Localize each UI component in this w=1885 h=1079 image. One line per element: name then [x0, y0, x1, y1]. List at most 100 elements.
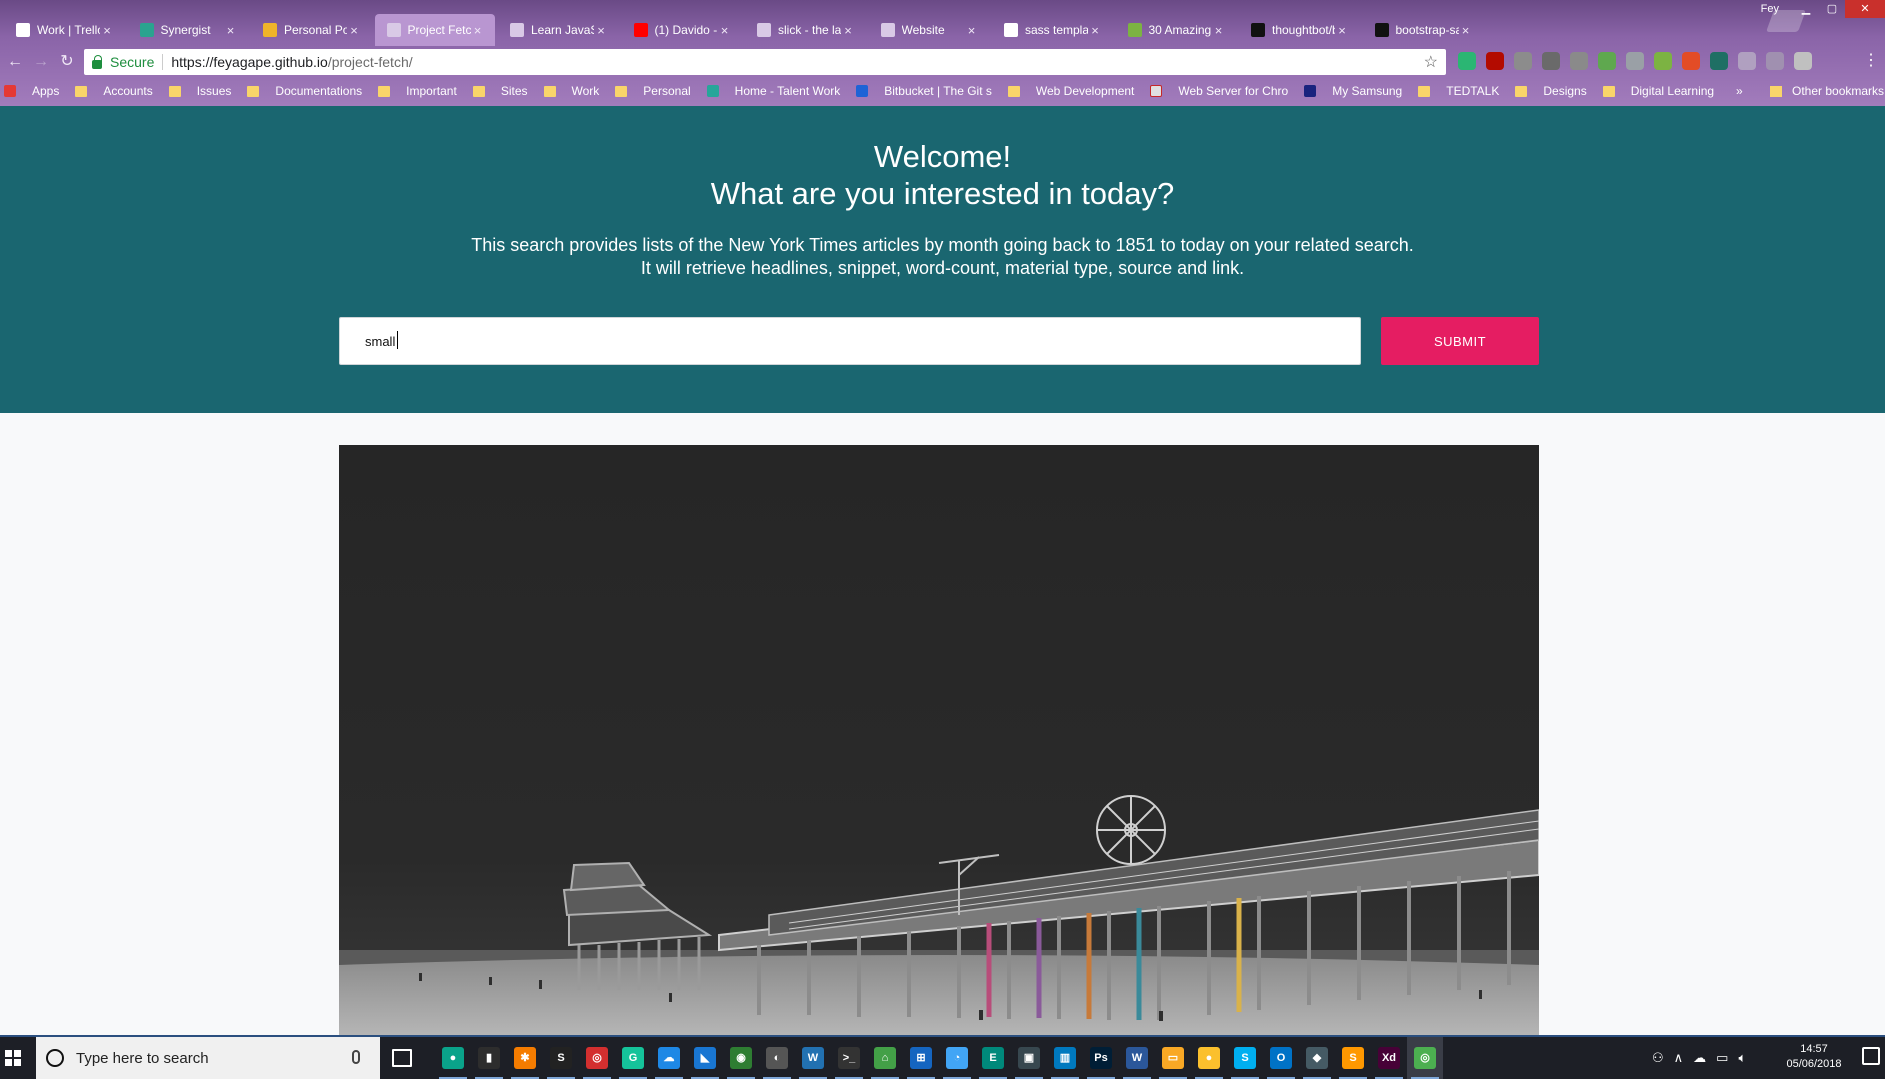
taskbar-app[interactable]: E: [975, 1037, 1011, 1079]
taskbar-app[interactable]: ☁: [651, 1037, 687, 1079]
tab-close-icon[interactable]: ×: [1088, 23, 1102, 38]
taskbar-clock[interactable]: 14:57 05/06/2018: [1782, 1042, 1846, 1072]
tab-close-icon[interactable]: ×: [1459, 23, 1473, 38]
browser-menu-icon[interactable]: ⋮: [1863, 52, 1879, 70]
extension-icon[interactable]: [1570, 52, 1588, 70]
bookmark-item[interactable]: Personal: [615, 84, 691, 98]
bookmark-item[interactable]: Accounts: [75, 84, 153, 98]
extension-icon[interactable]: [1486, 52, 1504, 70]
tab-close-icon[interactable]: ×: [100, 23, 114, 38]
extension-icon[interactable]: [1710, 52, 1728, 70]
tab-close-icon[interactable]: ×: [224, 23, 238, 38]
taskbar-app[interactable]: ▮: [471, 1037, 507, 1079]
taskbar-app[interactable]: ▭: [1155, 1037, 1191, 1079]
browser-tab[interactable]: Personal Portfoli×: [251, 14, 371, 46]
bookmark-item[interactable]: Work: [543, 84, 599, 98]
other-bookmarks[interactable]: Other bookmarks: [1770, 84, 1884, 98]
taskbar-app[interactable]: ●: [1191, 1037, 1227, 1079]
profile-name[interactable]: Fey: [1747, 3, 1793, 15]
bookmark-item[interactable]: Web Development: [1007, 84, 1134, 98]
extension-icon[interactable]: [1766, 52, 1784, 70]
tab-close-icon[interactable]: ×: [841, 23, 855, 38]
bookmark-item[interactable]: Documentations: [247, 84, 362, 98]
taskbar-app[interactable]: G: [615, 1037, 651, 1079]
back-icon[interactable]: ←: [4, 51, 26, 73]
search-input[interactable]: [339, 317, 1361, 365]
tray-overflow-icon[interactable]: ∧: [1674, 1050, 1684, 1066]
browser-tab[interactable]: Learn JavaScript×: [498, 14, 618, 46]
browser-tab[interactable]: Synergist ×: [128, 14, 248, 46]
extension-icon[interactable]: [1682, 52, 1700, 70]
bookmark-item[interactable]: TEDTALK: [1418, 84, 1499, 98]
extension-icon[interactable]: [1654, 52, 1672, 70]
reload-icon[interactable]: ↻: [56, 51, 78, 73]
taskbar-app[interactable]: S: [543, 1037, 579, 1079]
tab-close-icon[interactable]: ×: [718, 23, 732, 38]
extension-icon[interactable]: [1626, 52, 1644, 70]
onedrive-icon[interactable]: ☁: [1693, 1050, 1706, 1066]
browser-tab[interactable]: slick - the last ca×: [745, 14, 865, 46]
browser-tab[interactable]: 30 Amazing Res×: [1116, 14, 1236, 46]
taskbar-app[interactable]: >_: [831, 1037, 867, 1079]
task-view-icon[interactable]: [392, 1049, 412, 1067]
browser-tab[interactable]: thoughtbot/bou×: [1239, 14, 1359, 46]
taskbar-app[interactable]: Ps: [1083, 1037, 1119, 1079]
people-icon[interactable]: ⚇: [1652, 1050, 1664, 1066]
start-button[interactable]: [0, 1037, 36, 1079]
bookmark-item[interactable]: Important: [378, 84, 457, 98]
extension-icon[interactable]: [1598, 52, 1616, 70]
taskbar-app[interactable]: W: [1119, 1037, 1155, 1079]
taskbar-app[interactable]: ▣: [1011, 1037, 1047, 1079]
submit-button[interactable]: SUBMIT: [1381, 317, 1539, 365]
bookmark-item[interactable]: Web Server for Chro: [1150, 84, 1288, 98]
extension-icon[interactable]: [1514, 52, 1532, 70]
taskbar-app[interactable]: O: [1263, 1037, 1299, 1079]
taskbar-app[interactable]: ◣: [687, 1037, 723, 1079]
microphone-icon[interactable]: [352, 1050, 360, 1064]
bookmark-item[interactable]: Bitbucket | The Git s: [856, 84, 992, 98]
taskbar-app[interactable]: ◉: [723, 1037, 759, 1079]
bookmark-item[interactable]: Issues: [168, 84, 231, 98]
extension-icon[interactable]: [1542, 52, 1560, 70]
taskbar-search[interactable]: Type here to search: [36, 1037, 380, 1079]
bookmark-star-icon[interactable]: ☆: [1424, 52, 1438, 72]
taskbar-app[interactable]: S: [1335, 1037, 1371, 1079]
taskbar-app[interactable]: ✱: [507, 1037, 543, 1079]
bookmark-item[interactable]: My Samsung: [1304, 84, 1402, 98]
minimize-icon[interactable]: ▁: [1793, 0, 1819, 18]
browser-tab[interactable]: (1) Davido - FIA×: [622, 14, 742, 46]
taskbar-app[interactable]: ⊞: [903, 1037, 939, 1079]
bookmark-item[interactable]: Designs: [1515, 84, 1587, 98]
taskbar-app[interactable]: ◎: [1407, 1037, 1443, 1079]
forward-icon[interactable]: →: [30, 51, 52, 73]
tab-close-icon[interactable]: ×: [1212, 23, 1226, 38]
taskbar-app[interactable]: ◔: [939, 1037, 975, 1079]
taskbar-app[interactable]: ◎: [579, 1037, 615, 1079]
taskbar-app[interactable]: ◐: [759, 1037, 795, 1079]
taskbar-app[interactable]: ◆: [1299, 1037, 1335, 1079]
bookmark-item[interactable]: Digital Learning: [1602, 84, 1714, 98]
tab-close-icon[interactable]: ×: [965, 23, 979, 38]
bookmarks-overflow-icon[interactable]: »: [1736, 84, 1743, 98]
browser-tab[interactable]: bootstrap-sass/×: [1363, 14, 1483, 46]
maximize-icon[interactable]: ▢: [1819, 0, 1845, 18]
taskbar-app[interactable]: ⌂: [867, 1037, 903, 1079]
tab-close-icon[interactable]: ×: [471, 23, 485, 38]
browser-tab[interactable]: Website ×: [869, 14, 989, 46]
volume-icon[interactable]: 🔈︎: [1738, 1050, 1746, 1066]
taskbar-app[interactable]: ▥: [1047, 1037, 1083, 1079]
bookmark-item[interactable]: Sites: [472, 84, 528, 98]
taskbar-app[interactable]: S: [1227, 1037, 1263, 1079]
close-window-icon[interactable]: ✕: [1845, 0, 1885, 18]
bookmark-item[interactable]: Home - Talent Work: [706, 84, 840, 98]
browser-tab[interactable]: Work | Trello ×: [4, 14, 124, 46]
tab-close-icon[interactable]: ×: [347, 23, 361, 38]
tab-close-icon[interactable]: ×: [1335, 23, 1349, 38]
extension-icon[interactable]: [1794, 52, 1812, 70]
address-bar[interactable]: Secure https://feyagape.github.io/projec…: [84, 49, 1446, 75]
extension-icon[interactable]: [1738, 52, 1756, 70]
taskbar-app[interactable]: Xd: [1371, 1037, 1407, 1079]
taskbar-app[interactable]: W: [795, 1037, 831, 1079]
browser-tab[interactable]: sass template - ×: [992, 14, 1112, 46]
taskbar-app[interactable]: ●: [435, 1037, 471, 1079]
